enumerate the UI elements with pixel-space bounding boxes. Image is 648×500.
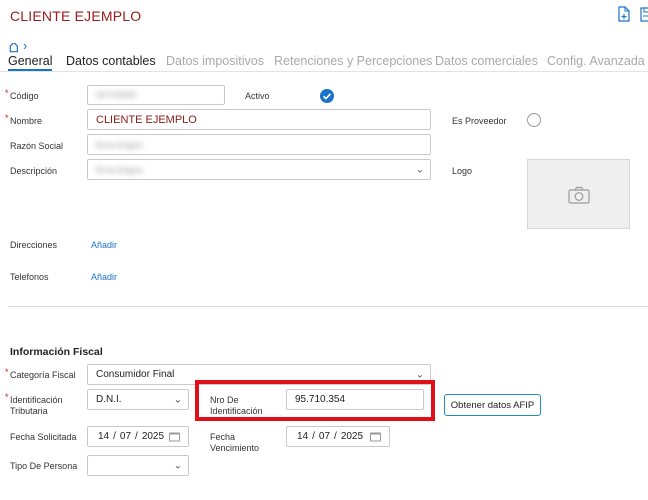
codigo-label: * Código	[5, 88, 39, 101]
chevron-down-icon: ⌄	[415, 164, 424, 175]
es-proveedor-toggle[interactable]	[527, 113, 541, 127]
fecha-solicitada-label: Fecha Solicitada	[10, 432, 77, 442]
required-marker: *	[5, 113, 9, 123]
tipo-persona-select[interactable]: ⌄	[87, 455, 189, 476]
calendar-icon[interactable]	[169, 432, 180, 441]
activo-label: Activo	[245, 91, 270, 101]
descripcion-select[interactable]: Ema Edgon ⌄	[87, 159, 431, 180]
nombre-field[interactable]: CLIENTE EJEMPLO	[87, 109, 431, 130]
tab-general[interactable]: General	[8, 54, 52, 68]
fecha-vencimiento-field[interactable]: 14/07/2025	[286, 426, 390, 447]
save-icon[interactable]	[640, 6, 648, 22]
descripcion-label: Descripción	[10, 166, 58, 176]
breadcrumb: ›	[8, 38, 38, 53]
tab-config-avanzada[interactable]: Config. Avanzada	[547, 54, 645, 68]
section-divider	[8, 306, 648, 307]
identificacion-tributaria-label: * Identificación Tributaria	[5, 392, 63, 416]
es-proveedor-label: Es Proveedor	[452, 116, 507, 126]
chevron-down-icon: ⌄	[415, 369, 424, 380]
razon-social-label: Razón Social	[10, 141, 64, 151]
tab-retenciones[interactable]: Retenciones y Percepciones	[274, 54, 432, 68]
page-title: CLIENTE EJEMPLO	[10, 8, 142, 24]
tab-datos-contables[interactable]: Datos contables	[66, 54, 156, 68]
add-document-icon[interactable]	[617, 6, 631, 22]
highlight-box	[195, 380, 435, 421]
tab-datos-comerciales[interactable]: Datos comerciales	[435, 54, 538, 68]
identificacion-tributaria-select[interactable]: D.N.I. ⌄	[87, 389, 189, 410]
telefonos-label: Telefonos	[10, 272, 49, 282]
check-icon	[322, 93, 332, 100]
codigo-field[interactable]: 00723059	[87, 85, 225, 105]
nombre-label: * Nombre	[5, 113, 43, 126]
fecha-solicitada-field[interactable]: 14/07/2025	[87, 426, 189, 447]
activo-checkbox[interactable]	[320, 89, 334, 103]
categoria-fiscal-label: * Categoría Fiscal	[5, 367, 76, 380]
tab-divider	[0, 71, 648, 72]
chevron-down-icon: ⌄	[173, 394, 182, 405]
fiscal-section-title: Información Fiscal	[10, 346, 103, 358]
fecha-vencimiento-label: Fecha Vencimiento	[210, 432, 260, 453]
required-marker: *	[5, 88, 9, 98]
direcciones-label: Direcciones	[10, 240, 58, 250]
logo-upload[interactable]	[527, 159, 630, 229]
calendar-icon[interactable]	[370, 432, 381, 441]
tipo-persona-label: Tipo De Persona	[10, 461, 78, 471]
logo-label: Logo	[452, 166, 473, 176]
required-marker: *	[5, 367, 9, 377]
tab-datos-impositivos[interactable]: Datos impositivos	[166, 54, 264, 68]
chevron-down-icon: ⌄	[173, 460, 182, 471]
razon-social-field[interactable]: Ema Edgon	[87, 134, 431, 155]
add-telefono-link[interactable]: Añadir	[91, 272, 117, 282]
breadcrumb-chevron[interactable]: ›	[23, 38, 27, 53]
obtener-datos-afip-button[interactable]: Obtener datos AFIP	[444, 394, 541, 416]
add-direccion-link[interactable]: Añadir	[91, 240, 117, 250]
required-marker: *	[5, 392, 9, 402]
camera-icon	[568, 186, 590, 204]
